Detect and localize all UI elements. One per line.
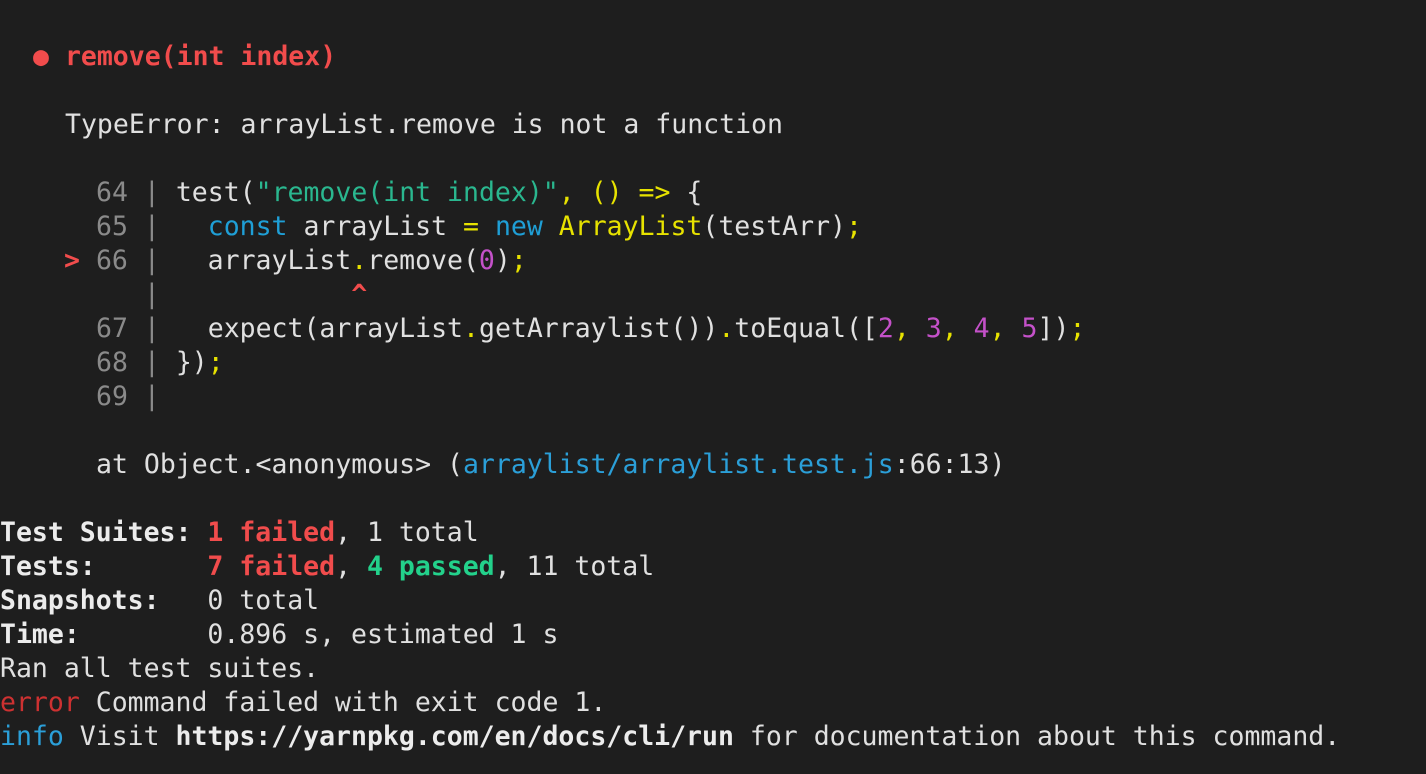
gutter-separator: | bbox=[143, 245, 160, 276]
line-number: 69 bbox=[96, 381, 128, 412]
error-message: TypeError: arrayList.remove is not a fun… bbox=[65, 109, 783, 140]
code-token: test( bbox=[175, 177, 256, 208]
suites-total: , 1 total bbox=[335, 517, 479, 548]
stack-location: :66:13) bbox=[893, 449, 1006, 480]
code-token: ; bbox=[510, 245, 527, 276]
code-token: arrayList bbox=[207, 245, 352, 276]
stack-prefix: at Object.<anonymous> ( bbox=[96, 449, 463, 480]
code-caret-line: | ^ bbox=[96, 278, 367, 312]
code-token: ; bbox=[207, 347, 224, 378]
failed-test-title: ● remove(int index) bbox=[33, 40, 336, 74]
code-token: toEqual([ bbox=[734, 313, 878, 344]
error-label: error bbox=[0, 687, 80, 718]
line-number: 66 bbox=[95, 245, 128, 276]
code-token: arrayList bbox=[287, 211, 464, 242]
code-line-66: > 66 | arrayList.remove(0); bbox=[64, 244, 527, 278]
code-line-65: 65 | const arrayList = new ArrayList(tes… bbox=[96, 210, 862, 244]
code-token: => bbox=[638, 177, 671, 208]
code-token: . bbox=[718, 313, 735, 344]
summary-time: Time: 0.896 s, estimated 1 s bbox=[0, 618, 558, 652]
gutter-separator: | bbox=[143, 177, 160, 208]
line-number: 68 bbox=[96, 347, 128, 378]
code-line-69: 69 | bbox=[96, 380, 160, 414]
summary-tests: Tests: 7 failed, 4 passed, 11 total bbox=[0, 550, 654, 584]
code-token: 5 bbox=[1021, 313, 1038, 344]
tests-failed-count: 7 failed bbox=[207, 551, 336, 582]
time-value: 0.896 s, estimated 1 s bbox=[207, 619, 559, 650]
gutter-separator: | bbox=[143, 279, 160, 310]
terminal-output[interactable]: ● remove(int index) TypeError: arrayList… bbox=[0, 0, 1426, 774]
code-token: , () bbox=[558, 177, 639, 208]
code-token: ]) bbox=[1037, 313, 1070, 344]
gutter-separator: | bbox=[143, 381, 160, 412]
line-number: 64 bbox=[96, 177, 128, 208]
summary-snapshots: Snapshots: 0 total bbox=[0, 584, 319, 618]
code-token: }) bbox=[175, 347, 208, 378]
summary-label: Test Suites: bbox=[0, 517, 192, 548]
code-token: . bbox=[463, 313, 479, 344]
snapshots-value: 0 total bbox=[207, 585, 320, 616]
summary-label: Tests: bbox=[0, 551, 96, 582]
suites-failed-count: 1 failed bbox=[207, 517, 336, 548]
summary-test-suites: Test Suites: 1 failed, 1 total bbox=[0, 516, 479, 550]
code-token: 3 bbox=[925, 313, 942, 344]
failure-bullet-icon: ● bbox=[33, 41, 49, 72]
gutter-separator: | bbox=[143, 211, 160, 242]
code-token: = bbox=[463, 211, 479, 242]
code-token: (testArr) bbox=[702, 211, 846, 242]
info-label: info bbox=[0, 721, 64, 752]
code-token: const bbox=[207, 211, 288, 242]
info-text: for documentation about this command. bbox=[733, 721, 1341, 752]
gutter-separator: | bbox=[143, 347, 160, 378]
code-token: { bbox=[670, 177, 703, 208]
stack-file-link[interactable]: arraylist/arraylist.test.js bbox=[463, 449, 894, 480]
summary-label: Snapshots: bbox=[0, 585, 160, 616]
code-token: remove( bbox=[367, 245, 479, 276]
code-token: ; bbox=[845, 211, 862, 242]
line-number: 65 bbox=[96, 211, 128, 242]
info-text: Visit bbox=[63, 721, 176, 752]
code-line-68: 68 | }); bbox=[96, 346, 224, 380]
code-line-67: 67 | expect(arrayList.getArraylist()).to… bbox=[96, 312, 1085, 346]
tests-passed-count: 4 passed bbox=[366, 551, 495, 582]
yarn-error-line: error Command failed with exit code 1. bbox=[0, 686, 606, 720]
code-token: ; bbox=[1069, 313, 1086, 344]
error-line-marker-icon: > bbox=[64, 245, 80, 276]
yarn-info-line: info Visit https://yarnpkg.com/en/docs/c… bbox=[0, 720, 1340, 754]
summary-label: Time: bbox=[0, 619, 80, 650]
code-token: ArrayList bbox=[558, 211, 703, 242]
error-text: Command failed with exit code 1. bbox=[79, 687, 607, 718]
code-token: , bbox=[893, 313, 926, 344]
gutter-separator: | bbox=[143, 313, 160, 344]
code-token: 2 bbox=[877, 313, 894, 344]
code-token: . bbox=[351, 245, 368, 276]
tests-total: , 11 total bbox=[494, 551, 655, 582]
test-name: remove(int index) bbox=[64, 41, 337, 72]
code-token: 0 bbox=[478, 245, 495, 276]
code-token: , bbox=[989, 313, 1022, 344]
docs-url-link[interactable]: https://yarnpkg.com/en/docs/cli/run bbox=[176, 721, 734, 752]
stack-trace-line: at Object.<anonymous> (arraylist/arrayli… bbox=[96, 448, 1005, 482]
code-token: ) bbox=[494, 245, 511, 276]
line-number: 67 bbox=[96, 313, 128, 344]
code-token: new bbox=[494, 211, 543, 242]
code-line-64: 64 | test("remove(int index)", () => { bbox=[96, 176, 702, 210]
error-caret-icon: ^ bbox=[351, 279, 368, 310]
code-token: "remove(int index)" bbox=[255, 177, 559, 208]
code-token: , bbox=[941, 313, 974, 344]
code-token: expect(arrayList bbox=[207, 313, 464, 344]
code-token: 4 bbox=[973, 313, 990, 344]
separator: , bbox=[335, 551, 367, 582]
code-token: getArraylist()) bbox=[478, 313, 719, 344]
ran-all-suites: Ran all test suites. bbox=[0, 653, 320, 684]
